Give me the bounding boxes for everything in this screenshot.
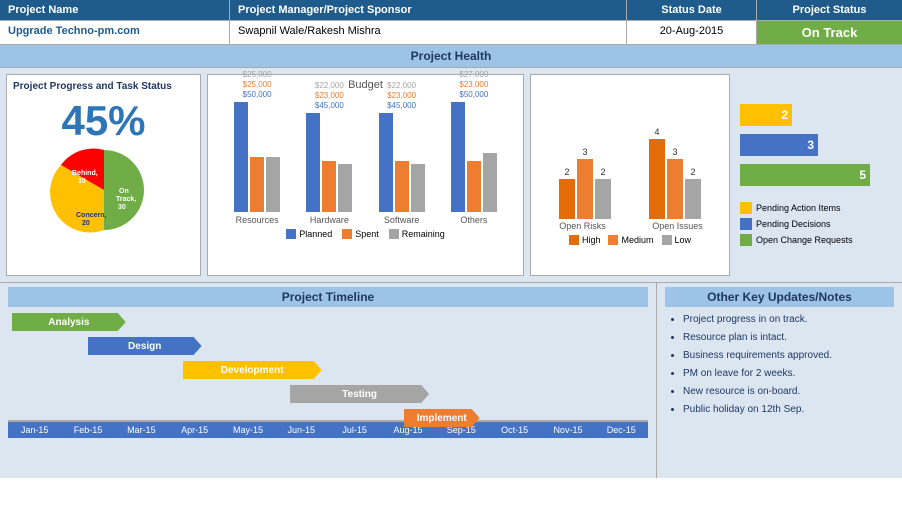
budget-legend-item: Remaining [389, 229, 445, 239]
risks-x-labels: Open RisksOpen Issues [535, 221, 725, 231]
budget-bar-label: Others [460, 215, 487, 225]
risks-bar-group: 432 [649, 127, 701, 219]
svg-text:Behind,: Behind, [72, 170, 98, 177]
budget-bar [306, 113, 320, 212]
header: Project Name Project Manager/Project Spo… [0, 0, 902, 44]
budget-bar-group: $25,000$25,000$50,000Resources [234, 70, 280, 225]
notes-title: Other Key Updates/Notes [665, 287, 894, 307]
svg-text:On: On [119, 188, 129, 195]
risks-legend-item: Medium [608, 235, 653, 245]
risks-bar: 2 [559, 167, 575, 219]
budget-bar [483, 153, 497, 212]
budget-legend-item: Spent [342, 229, 379, 239]
status-date-value: 20-Aug-2015 [627, 21, 757, 44]
risks-bar: 3 [667, 147, 683, 219]
budget-legend-item: Planned [286, 229, 332, 239]
budget-bar [338, 164, 352, 212]
budget-bar [234, 102, 248, 212]
summary-legend-item: Pending Action Items [740, 202, 892, 214]
risks-chart: 232432 [535, 89, 725, 219]
budget-bar-label: Software [384, 215, 420, 225]
budget-bar-group: $22,000$23,000$45,000Software [379, 81, 425, 225]
notes-item: Public holiday on 12th Sep. [683, 403, 894, 417]
project-name-value: Upgrade Techno-pm.com [0, 21, 230, 44]
budget-bar [379, 113, 393, 212]
budget-bar [451, 102, 465, 212]
svg-text:10: 10 [78, 178, 86, 185]
health-area: Project Progress and Task Status 45% On … [0, 68, 902, 283]
budget-bar-group: $22,000$23,000$45,000Hardware [306, 81, 352, 225]
risks-bar: 2 [595, 167, 611, 219]
bottom-row: Project Timeline Analysis Design Developme… [0, 283, 902, 478]
risks-legend-item: High [569, 235, 601, 245]
notes-item: PM on leave for 2 weeks. [683, 367, 894, 381]
project-status-label: Project Status [757, 0, 902, 20]
project-name-label: Project Name [0, 0, 230, 20]
timeline-bar: Testing [290, 385, 429, 403]
svg-text:30: 30 [118, 204, 126, 211]
budget-panel: Budget $25,000$25,000$50,000Resources$22… [207, 74, 524, 276]
project-status-value: On Track [757, 21, 902, 44]
summary-bar: 2 [740, 104, 792, 126]
risks-xlabel: Open Issues [630, 221, 725, 231]
health-section-header: Project Health [0, 44, 902, 68]
svg-text:Track,: Track, [116, 196, 136, 203]
progress-percent: 45% [13, 97, 194, 145]
budget-bar [250, 157, 264, 212]
notes-item: Resource plan is intact. [683, 331, 894, 345]
svg-text:20: 20 [82, 220, 90, 227]
timeline-bar: Design [88, 337, 202, 355]
risks-bar: 3 [577, 147, 593, 219]
notes-item: Business requirements approved. [683, 349, 894, 363]
summary-legend-item: Open Change Requests [740, 234, 892, 246]
risks-panel: 232432 Open RisksOpen Issues HighMediumL… [530, 74, 730, 276]
budget-bar [467, 161, 481, 212]
budget-bar-group: $27,000$23,000$50,000Others [451, 70, 497, 225]
timeline-bar: Analysis [12, 313, 126, 331]
summary-panel: 2 3 5 Pending Action Items Pending Decisions… [736, 74, 896, 276]
summary-legend-item: Pending Decisions [740, 218, 892, 230]
notes-item: New resource is on-board. [683, 385, 894, 399]
risks-bar: 2 [685, 167, 701, 219]
risks-legend-item: Low [662, 235, 692, 245]
budget-legend: Planned Spent Remaining [216, 229, 515, 239]
progress-panel: Project Progress and Task Status 45% On … [6, 74, 201, 276]
budget-bar-label: Hardware [310, 215, 349, 225]
budget-bar [411, 164, 425, 212]
summary-bar-row: 2 [740, 104, 892, 126]
budget-bar-label: Resources [236, 215, 279, 225]
timeline-panel: Project Timeline Analysis Design Developme… [0, 283, 657, 478]
timeline-bar: Implement [404, 409, 480, 427]
pm-value: Swapnil Wale/Rakesh Mishra [230, 21, 627, 44]
summary-bar-row: 3 [740, 134, 892, 156]
summary-bar: 3 [740, 134, 818, 156]
risks-xlabel: Open Risks [535, 221, 630, 231]
timeline-bar: Development [183, 361, 322, 379]
budget-bar [395, 161, 409, 212]
summary-bar-row: 5 [740, 164, 892, 186]
svg-text:Concern,: Concern, [76, 212, 106, 219]
pm-label: Project Manager/Project Sponsor [230, 0, 627, 20]
budget-bars: $25,000$25,000$50,000Resources$22,000$23… [216, 95, 515, 225]
pie-chart: On Track, 30 Concern, 20 Behind, 10 [44, 145, 164, 235]
timeline-title: Project Timeline [8, 287, 648, 307]
notes-list: Project progress in on track. Resource pl… [665, 313, 894, 417]
status-date-label: Status Date [627, 0, 757, 20]
budget-bar [322, 161, 336, 212]
risks-bar: 4 [649, 127, 665, 219]
notes-panel: Other Key Updates/Notes Project progress… [657, 283, 902, 478]
budget-bar [266, 157, 280, 212]
risks-bar-group: 232 [559, 147, 611, 219]
progress-title: Project Progress and Task Status [13, 81, 194, 92]
timeline-bars: AnalysisDesignDevelopmentTestingImplemen… [8, 313, 648, 418]
notes-item: Project progress in on track. [683, 313, 894, 327]
risks-legend: High Medium Low [535, 235, 725, 245]
summary-bar: 5 [740, 164, 870, 186]
